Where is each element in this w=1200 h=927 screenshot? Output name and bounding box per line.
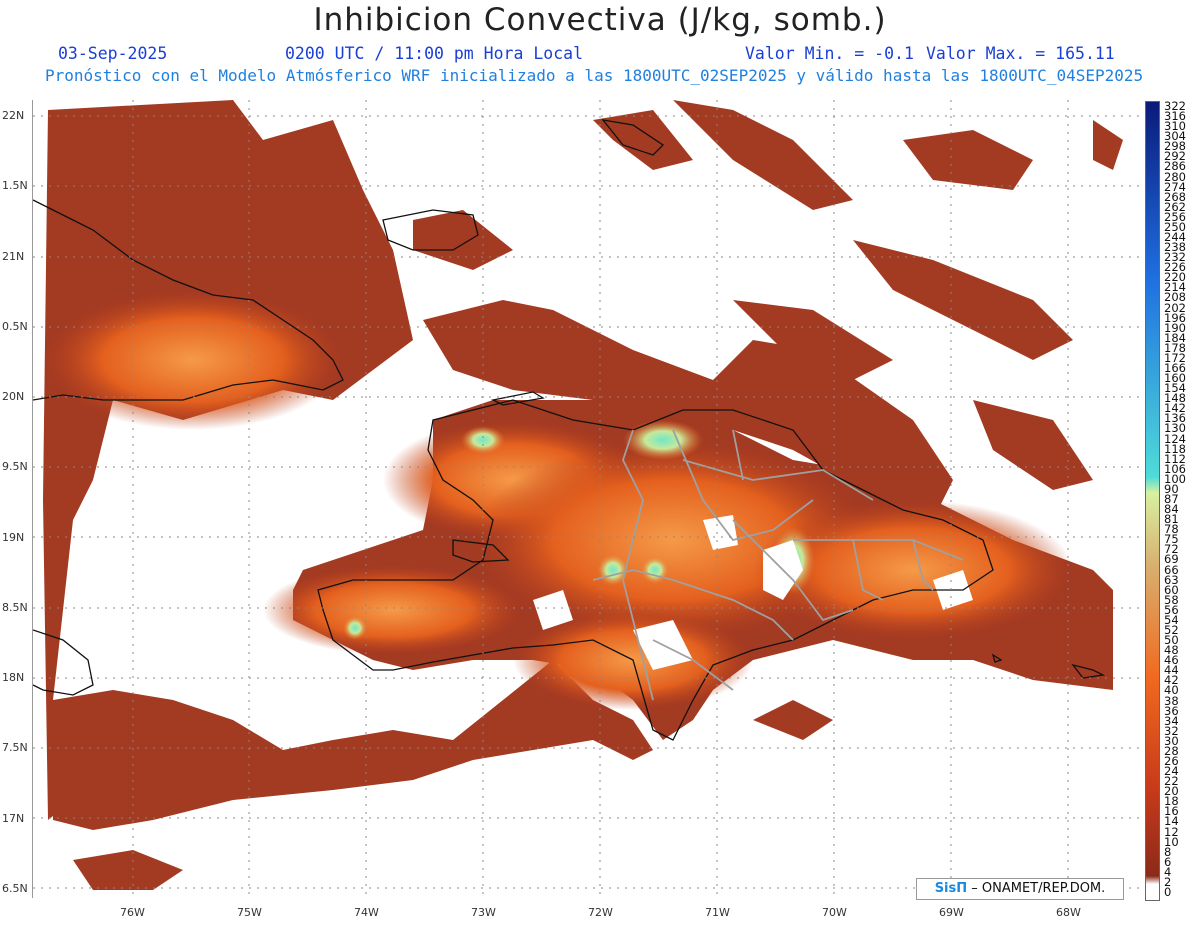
- hot-cuba: [43, 290, 343, 430]
- value-min: Valor Min. = -0.1: [745, 44, 914, 63]
- lat-label: 17N: [2, 812, 25, 825]
- forecast-time: 0200 UTC / 11:00 pm Hora Local: [285, 44, 584, 63]
- lat-label: 0.5N: [2, 320, 28, 333]
- peak-5: [623, 420, 703, 460]
- lat-label: 18N: [2, 671, 25, 684]
- colorbar: [1145, 101, 1160, 901]
- field-north-band-2: [593, 110, 693, 170]
- chart-title: Inhibicion Convectiva (J/kg, somb.): [313, 2, 887, 38]
- forecast-date: 03-Sep-2025: [58, 44, 168, 63]
- value-max: Valor Max. = 165.11: [926, 44, 1115, 63]
- lon-label: 70W: [822, 906, 847, 919]
- map-panel: [32, 100, 1139, 898]
- lat-label: 1.5N: [2, 179, 28, 192]
- peak-6: [461, 426, 505, 454]
- field-sw-streaks: [73, 850, 183, 890]
- lon-label: 75W: [237, 906, 262, 919]
- hot-sw-peninsula: [263, 565, 523, 655]
- coast-jamaica: [33, 629, 94, 696]
- lat-label: 9.5N: [2, 460, 28, 473]
- lat-label: 8.5N: [2, 601, 28, 614]
- field-ne-band-2: [903, 130, 1033, 190]
- lon-label: 71W: [705, 906, 730, 919]
- lon-label: 72W: [588, 906, 613, 919]
- field-ne-corner: [1093, 120, 1123, 170]
- brand-logo-text: SisΠ: [934, 881, 968, 896]
- field-se-streak: [753, 700, 833, 740]
- cin-field-map: [33, 100, 1139, 898]
- lon-label: 69W: [939, 906, 964, 919]
- field-east-bands: [853, 240, 1073, 360]
- model-subtitle: Pronóstico con el Modelo Atmósferico WRF…: [45, 66, 1144, 85]
- colorbar-tick-label: 0: [1164, 885, 1172, 899]
- lon-label: 76W: [120, 906, 145, 919]
- lon-label: 74W: [354, 906, 379, 919]
- peak-4: [343, 616, 367, 640]
- credit-box: SisΠ – ONAMET/REP.DOM.: [916, 878, 1124, 900]
- field-north-band: [413, 210, 513, 270]
- lat-label: 22N: [2, 109, 25, 122]
- gap-5: [363, 390, 413, 430]
- lat-label: 7.5N: [2, 741, 28, 754]
- lat-label: 6.5N: [2, 882, 28, 895]
- lat-label: 20N: [2, 390, 25, 403]
- credit-text: – ONAMET/REP.DOM.: [971, 881, 1106, 896]
- field-east-bands-3: [973, 400, 1093, 490]
- peak-3: [641, 556, 669, 584]
- lat-label: 21N: [2, 250, 25, 263]
- lat-label: 19N: [2, 531, 25, 544]
- lon-label: 73W: [471, 906, 496, 919]
- lon-label: 68W: [1056, 906, 1081, 919]
